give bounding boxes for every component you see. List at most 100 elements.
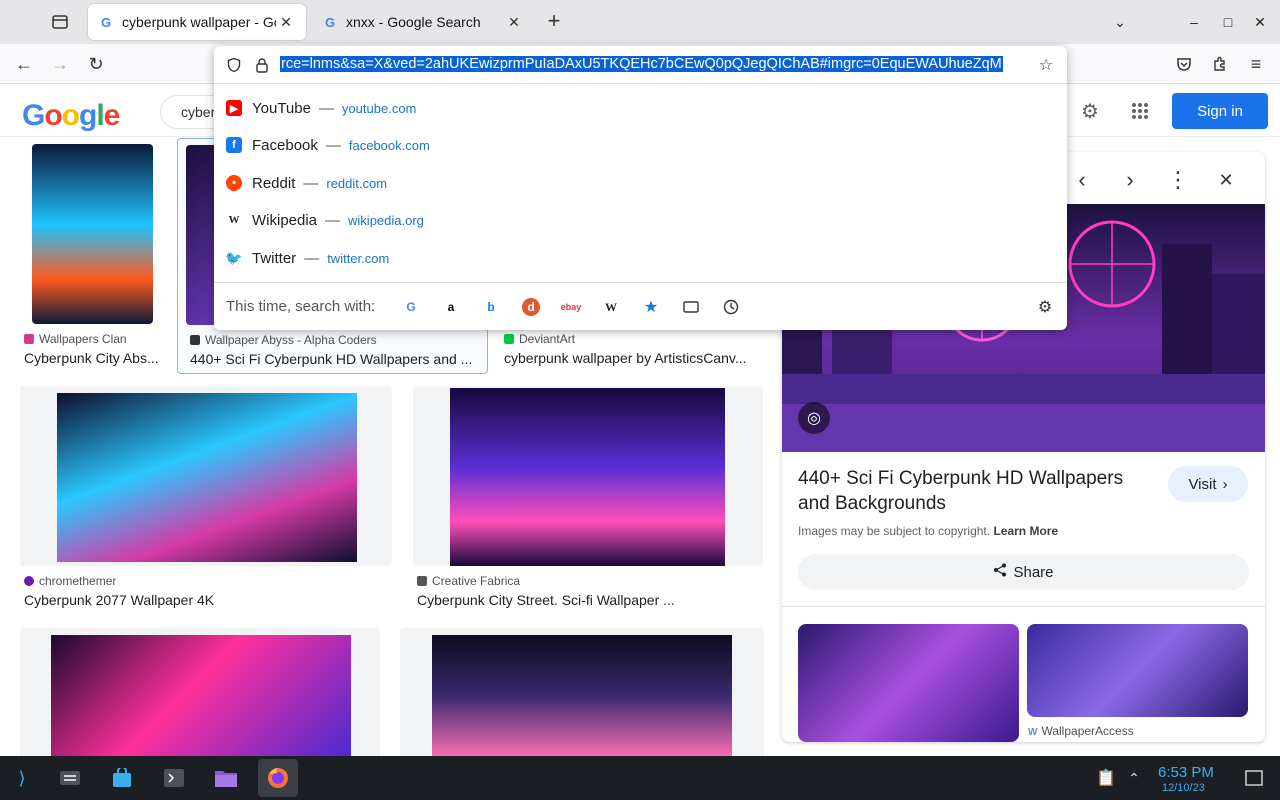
suggestion-wikipedia[interactable]: W Wikipedia — wikipedia.org [226, 202, 424, 238]
source-favicon-icon [24, 576, 34, 586]
result-thumbnail-frame [413, 386, 763, 566]
new-tab-button[interactable]: + [540, 8, 568, 36]
wikipedia-engine-icon[interactable]: W [602, 298, 620, 316]
image-result[interactable] [400, 628, 764, 756]
image-result[interactable]: chromethemer Cyberpunk 2077 Wallpaper 4K [20, 386, 392, 610]
result-source: DeviantArt [504, 332, 575, 346]
sign-in-button[interactable]: Sign in [1172, 93, 1268, 129]
image-result[interactable]: Creative Fabrica Cyberpunk City Street. … [413, 386, 763, 610]
extensions-icon[interactable] [1206, 50, 1234, 78]
more-options-icon[interactable]: ⋮ [1166, 167, 1190, 192]
pocket-icon[interactable] [1170, 50, 1198, 78]
separator: — [325, 136, 341, 154]
result-thumbnail-frame [400, 628, 764, 756]
list-all-tabs-icon[interactable]: ⌄ [1108, 10, 1132, 34]
maximize-window-icon[interactable]: □ [1216, 10, 1240, 34]
show-hidden-icons-icon[interactable]: ⌃ [1118, 762, 1150, 794]
suggestion-url: twitter.com [327, 250, 390, 266]
share-button[interactable]: Share [798, 554, 1249, 590]
share-icon [993, 563, 1007, 581]
result-caption[interactable]: Cyberpunk 2077 Wallpaper 4K [24, 592, 214, 608]
google-engine-icon[interactable]: G [402, 298, 420, 316]
show-desktop-icon[interactable] [1238, 762, 1270, 794]
suggestion-reddit[interactable]: • Reddit — reddit.com [226, 165, 387, 201]
tab-google-search[interactable]: G xnxx - Google Search ✕ [312, 4, 534, 40]
result-caption[interactable]: 440+ Sci Fi Cyberpunk HD Wallpapers and … [190, 351, 472, 367]
ebay-engine-icon[interactable]: ebay [561, 298, 582, 316]
image-result[interactable] [20, 628, 380, 756]
suggestion-url: youtube.com [341, 100, 417, 116]
result-thumbnail[interactable] [51, 635, 351, 756]
divider [782, 606, 1265, 607]
youtube-icon: ▶ [226, 100, 242, 116]
result-caption[interactable]: cyberpunk wallpaper by ArtisticsCanv... [504, 350, 747, 366]
result-thumbnail[interactable] [32, 144, 153, 324]
chevron-right-icon: › [1222, 475, 1228, 493]
tabs-search-icon[interactable] [682, 298, 700, 316]
firefox-taskbar-icon[interactable] [258, 759, 298, 797]
image-result[interactable]: Wallpapers Clan Cyberpunk City Abs... [20, 138, 165, 374]
tab-cyberpunk-wallpaper[interactable]: G cyberpunk wallpaper - Go ✕ [88, 4, 306, 40]
minimize-window-icon[interactable]: – [1182, 10, 1206, 34]
google-logo[interactable]: Google [22, 99, 120, 133]
related-image[interactable] [798, 624, 1019, 742]
tracking-protection-shield-icon[interactable] [224, 55, 244, 75]
duckduckgo-engine-icon[interactable]: d [522, 298, 540, 316]
copyright-notice: Images may be subject to copyright. Lear… [798, 524, 1059, 538]
forward-button[interactable]: → [46, 50, 74, 78]
learn-more-link[interactable]: Learn More [993, 524, 1058, 538]
history-search-icon[interactable] [722, 298, 740, 316]
suggestion-url: wikipedia.org [348, 212, 424, 228]
apps-grid-icon[interactable] [1128, 99, 1152, 123]
facebook-icon: f [226, 137, 242, 153]
suggestion-twitter[interactable]: 🐦 Twitter — twitter.com [225, 240, 390, 276]
bookmarks-search-icon[interactable]: ★ [642, 298, 660, 316]
search-with-label: This time, search with: [226, 298, 376, 315]
visit-button[interactable]: Visit › [1168, 466, 1248, 502]
suggestion-youtube[interactable]: ▶ YouTube — youtube.com [226, 90, 416, 126]
file-manager-icon[interactable] [210, 762, 242, 794]
system-settings-icon[interactable] [54, 762, 86, 794]
result-caption[interactable]: Cyberpunk City Abs... [24, 350, 159, 366]
amazon-engine-icon[interactable]: a [442, 298, 460, 316]
twitter-icon: 🐦 [225, 249, 243, 266]
discover-store-icon[interactable] [106, 762, 138, 794]
url-input[interactable]: rce=lnms&sa=X&ved=2ahUKEwizprmPuIaDAxU5T… [280, 54, 1032, 74]
back-button[interactable]: ← [10, 50, 38, 78]
lock-icon[interactable] [252, 55, 272, 75]
close-panel-icon[interactable]: ✕ [1214, 168, 1238, 192]
application-launcher-icon[interactable]: ⟩ [6, 762, 38, 794]
bing-engine-icon[interactable]: b [482, 298, 500, 316]
result-source: Creative Fabrica [417, 574, 520, 588]
source-favicon-icon [417, 576, 427, 586]
suggestion-name: Reddit [252, 174, 296, 192]
close-tab-icon[interactable]: ✕ [504, 12, 524, 32]
next-image-icon[interactable]: › [1118, 167, 1142, 192]
related-image[interactable] [1027, 624, 1248, 717]
separator: — [304, 249, 320, 267]
result-thumbnail[interactable] [432, 635, 732, 756]
bookmark-star-icon[interactable]: ☆ [1036, 55, 1056, 75]
clock-date[interactable]: 12/10/23 [1162, 782, 1205, 794]
settings-gear-icon[interactable]: ⚙ [1078, 99, 1102, 123]
url-bar[interactable]: rce=lnms&sa=X&ved=2ahUKEwizprmPuIaDAxU5T… [214, 46, 1067, 84]
clock-time[interactable]: 6:53 PM [1158, 764, 1214, 781]
search-settings-gear-icon[interactable]: ⚙ [1036, 298, 1054, 316]
result-caption[interactable]: Cyberpunk City Street. Sci-fi Wallpaper … [417, 592, 675, 608]
result-source: chromethemer [24, 574, 116, 588]
preview-title[interactable]: 440+ Sci Fi Cyberpunk HD Wallpapers and … [798, 466, 1158, 516]
reload-button[interactable]: ↻ [82, 50, 110, 78]
terminal-icon[interactable] [158, 762, 190, 794]
suggestion-url: reddit.com [326, 175, 388, 191]
result-thumbnail[interactable] [450, 388, 725, 566]
one-off-search-bar: This time, search with: G a b d ebay W ★… [214, 282, 1067, 330]
previous-image-icon[interactable]: ‹ [1070, 167, 1094, 192]
close-window-icon[interactable]: ✕ [1248, 10, 1272, 34]
firefox-view-button[interactable] [44, 8, 76, 36]
result-thumbnail[interactable] [57, 393, 357, 562]
suggestion-facebook[interactable]: f Facebook — facebook.com [226, 127, 430, 163]
menu-icon[interactable]: ≡ [1242, 50, 1270, 78]
reddit-icon: • [226, 175, 242, 191]
close-tab-icon[interactable]: ✕ [276, 12, 296, 32]
google-lens-icon[interactable]: ◎ [798, 402, 830, 434]
